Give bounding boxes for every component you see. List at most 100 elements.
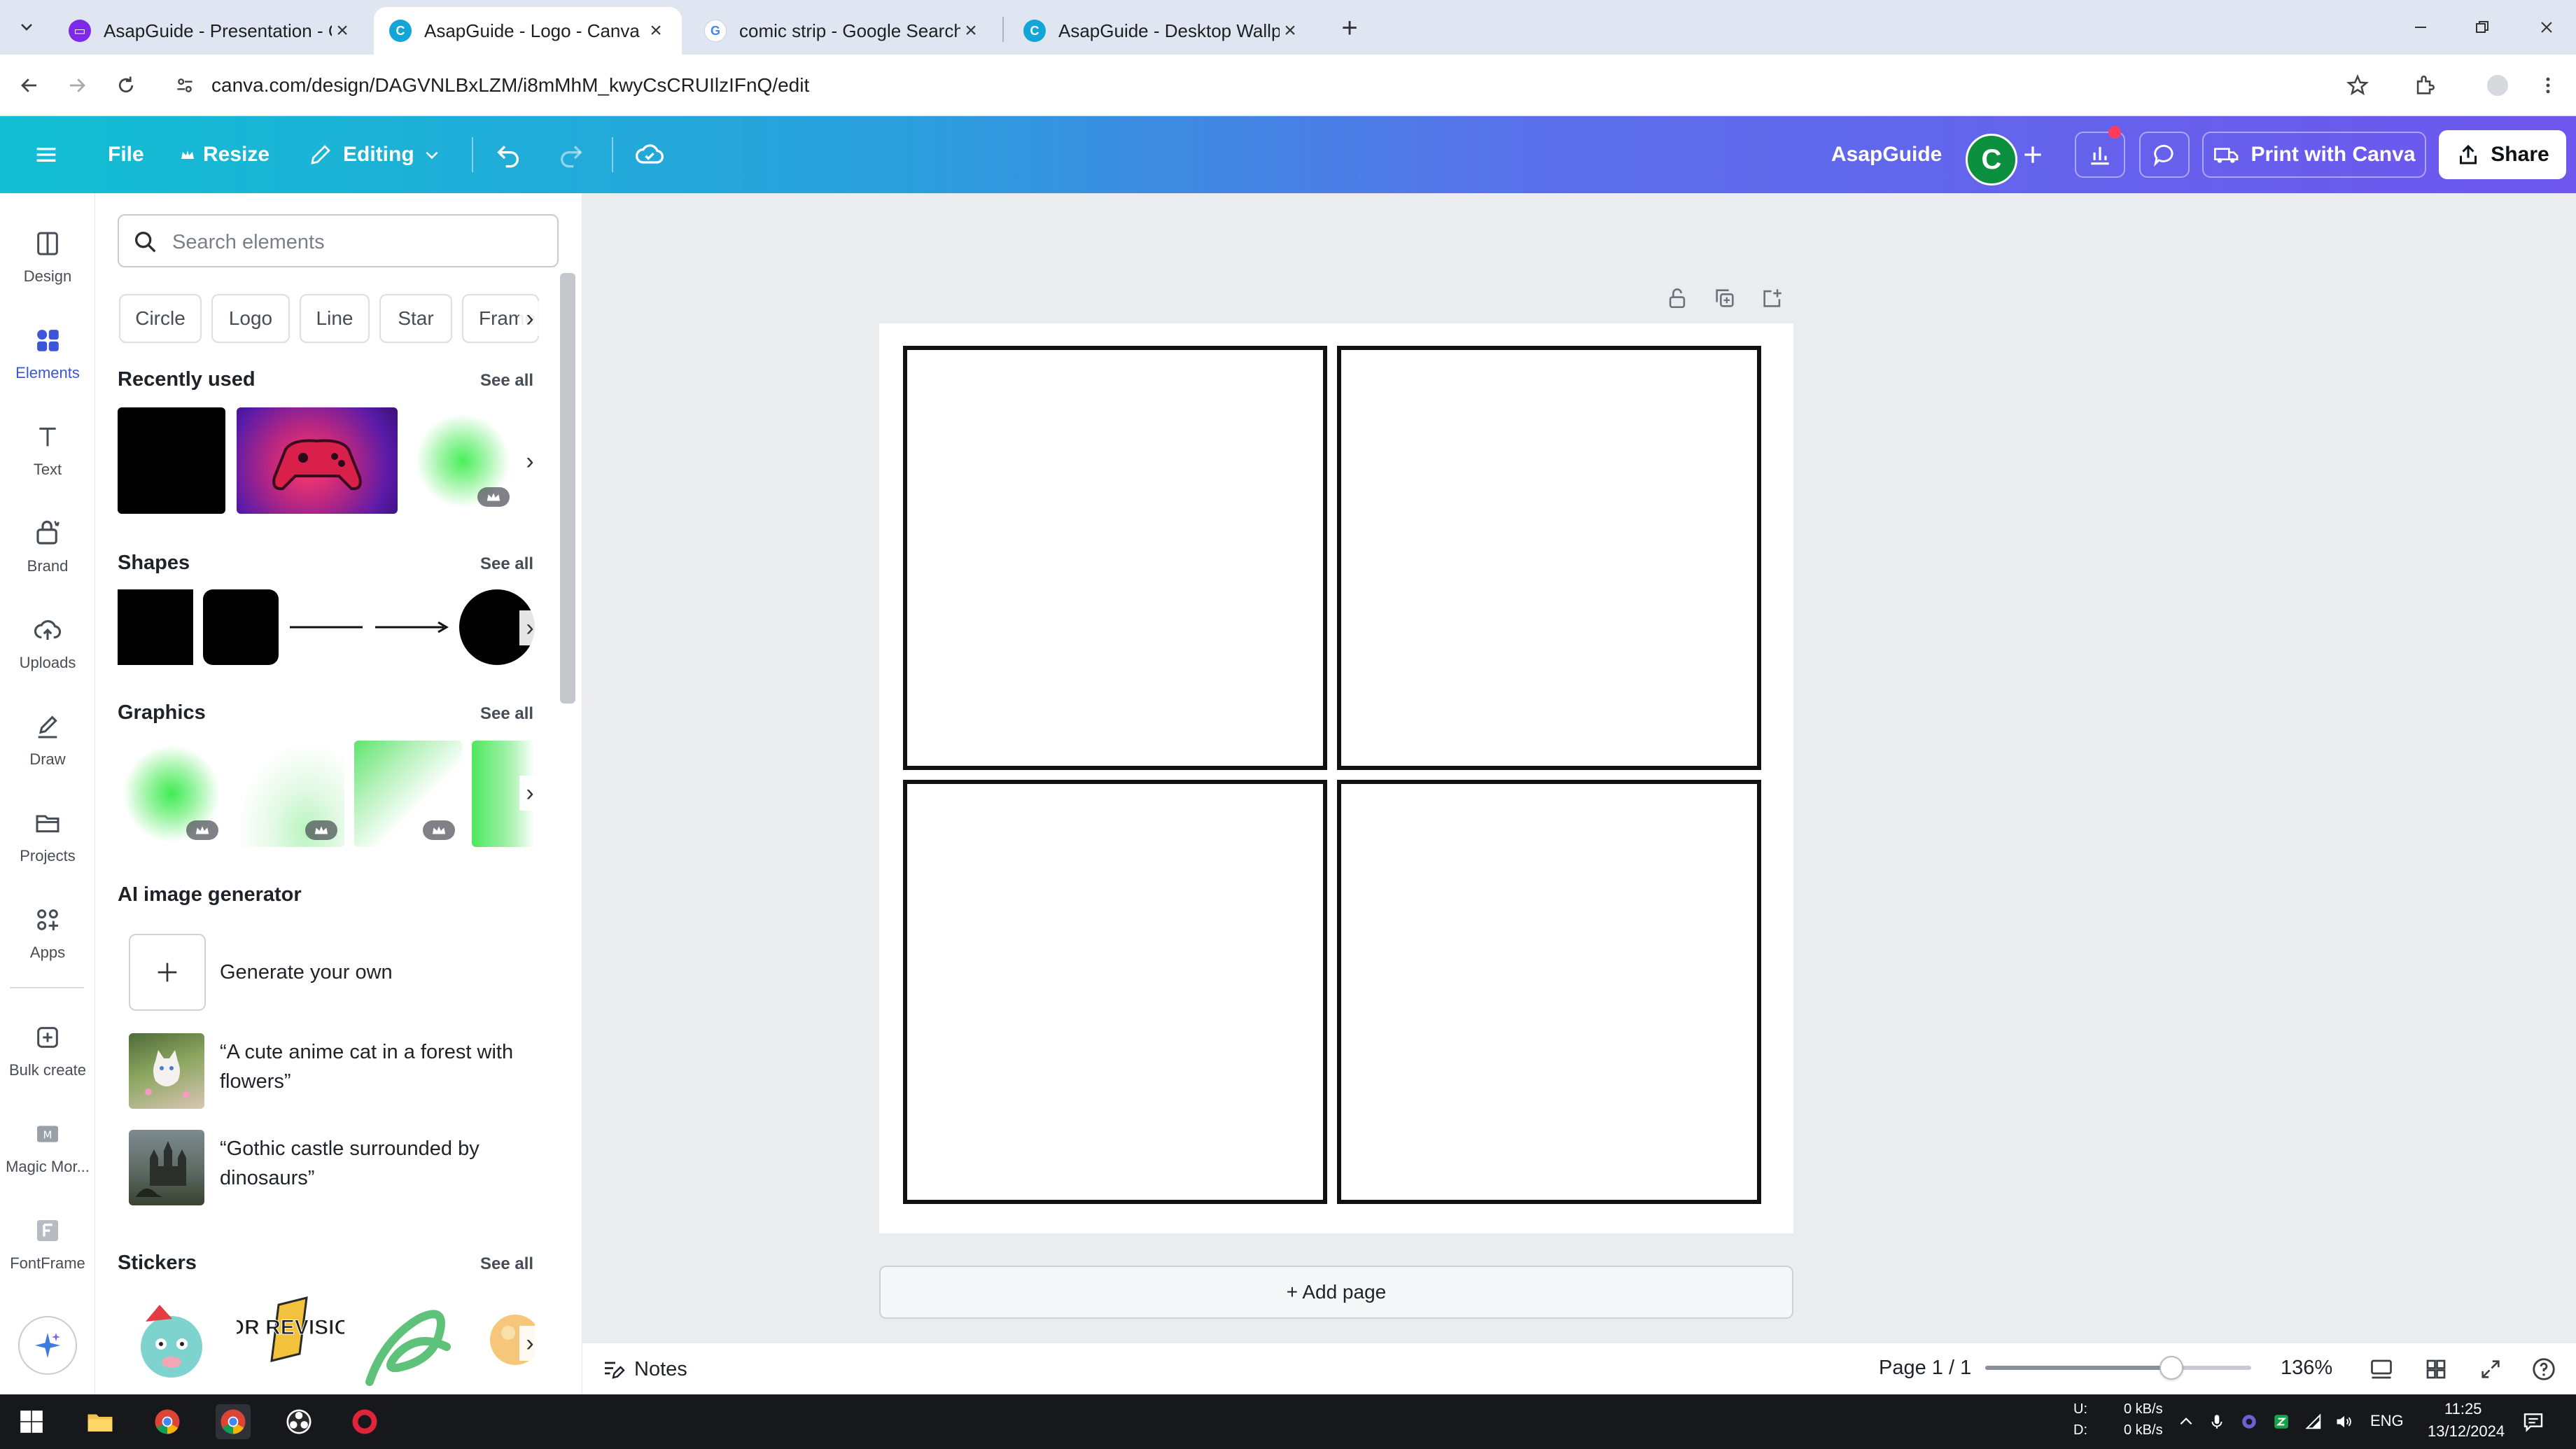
close-window-icon[interactable] — [2527, 10, 2566, 45]
ai-prompt-cat-thumbnail[interactable] — [129, 1033, 204, 1109]
ai-prompt-castle[interactable]: “Gothic castle surrounded by dinosaurs” — [220, 1134, 542, 1193]
comic-panel-top-right[interactable] — [1337, 346, 1761, 770]
rail-item-magic-morph[interactable]: M Magic Mor... — [0, 1105, 95, 1189]
graphics-scroll-right-icon[interactable]: › — [519, 776, 540, 811]
rail-item-uploads[interactable]: Uploads — [0, 601, 95, 685]
chrome-active-icon[interactable] — [216, 1404, 251, 1439]
ai-prompt-castle-thumbnail[interactable] — [129, 1130, 204, 1205]
shapes-see-all[interactable]: See all — [480, 554, 533, 574]
browser-tab-logo[interactable]: C AsapGuide - Logo - Canva × — [374, 7, 682, 55]
cloud-save-icon[interactable] — [634, 116, 665, 193]
zoom-level[interactable]: 136% — [2281, 1357, 2332, 1380]
file-explorer-icon[interactable] — [83, 1404, 118, 1439]
shape-rounded-square[interactable] — [203, 589, 279, 665]
lock-page-icon[interactable] — [1662, 283, 1693, 314]
reload-icon[interactable] — [109, 69, 143, 102]
tray-chevron-up-icon[interactable] — [2169, 1404, 2204, 1439]
magic-assistant-button[interactable] — [18, 1316, 77, 1375]
chip-line[interactable]: Line — [300, 294, 370, 343]
forward-arrow-icon[interactable] — [60, 69, 94, 102]
resize-button[interactable]: Resize — [179, 116, 270, 193]
insights-button[interactable] — [2075, 126, 2125, 178]
chip-logo[interactable]: Logo — [211, 294, 290, 343]
profile-avatar-icon[interactable] — [2484, 71, 2512, 99]
browser-menu-icon[interactable] — [2534, 71, 2562, 99]
obs-tray-icon[interactable] — [2232, 1404, 2267, 1439]
main-menu-icon[interactable] — [32, 116, 60, 193]
redo-icon[interactable] — [557, 116, 585, 193]
minimize-icon[interactable] — [2401, 10, 2440, 45]
add-page-button[interactable]: + Add page — [879, 1266, 1793, 1319]
recent-green-glow[interactable] — [409, 407, 517, 514]
team-name[interactable]: AsapGuide — [1831, 116, 1942, 193]
chrome-icon[interactable] — [150, 1404, 185, 1439]
page-indicator[interactable]: Page 1 / 1 — [1879, 1357, 1971, 1380]
new-tab-button[interactable]: + — [1334, 13, 1365, 43]
ai-prompt-cat[interactable]: “A cute anime cat in a forest with flowe… — [220, 1037, 542, 1096]
record-app-icon[interactable] — [347, 1404, 382, 1439]
close-tab-icon[interactable]: × — [1280, 19, 1301, 42]
rail-item-projects[interactable]: Projects — [0, 794, 95, 878]
notes-button[interactable]: Notes — [601, 1354, 687, 1385]
browser-tab-google-search[interactable]: G comic strip - Google Search × — [689, 7, 997, 55]
windows-start-icon[interactable] — [14, 1404, 49, 1439]
notification-center-icon[interactable] — [2516, 1404, 2551, 1439]
ai-generate-button[interactable] — [129, 934, 206, 1011]
grid-view-icon[interactable] — [2421, 1354, 2451, 1385]
input-language[interactable]: ENG — [2370, 1412, 2404, 1430]
microphone-icon[interactable] — [2199, 1404, 2234, 1439]
search-elements-input[interactable]: Search elements — [118, 214, 559, 267]
restore-icon[interactable] — [2463, 10, 2502, 45]
shape-line[interactable] — [288, 589, 364, 665]
rail-item-brand[interactable]: Brand — [0, 504, 95, 588]
graphics-see-all[interactable]: See all — [480, 704, 533, 724]
back-arrow-icon[interactable] — [13, 69, 46, 102]
comic-panel-bottom-right[interactable] — [1337, 780, 1761, 1204]
sticker-green-swirl[interactable] — [356, 1291, 463, 1394]
ai-generate-label[interactable]: Generate your own — [220, 958, 393, 987]
rail-item-apps[interactable]: Apps — [0, 890, 95, 974]
shape-square[interactable] — [118, 589, 193, 665]
tab-search-chevron-icon[interactable] — [11, 11, 42, 42]
fullscreen-icon[interactable] — [2475, 1354, 2506, 1385]
design-page[interactable] — [879, 323, 1793, 1233]
page-view-icon[interactable] — [2366, 1354, 2397, 1385]
site-settings-icon[interactable] — [174, 74, 196, 97]
add-page-above-icon[interactable] — [1757, 283, 1788, 314]
graphic-green-soft[interactable] — [237, 741, 344, 847]
zoom-slider[interactable] — [1985, 1356, 2251, 1380]
user-avatar[interactable]: C — [1966, 134, 2017, 186]
clock-date[interactable]: 13/12/2024 — [2428, 1422, 2505, 1441]
tray-app-icon[interactable] — [2264, 1404, 2299, 1439]
undo-icon[interactable] — [494, 116, 522, 193]
clock-time[interactable]: 11:25 — [2444, 1400, 2482, 1418]
comic-panel-bottom-left[interactable] — [903, 780, 1327, 1204]
stickers-scroll-right-icon[interactable]: › — [519, 1326, 540, 1361]
comments-button[interactable] — [2139, 132, 2190, 178]
chip-circle[interactable]: Circle — [119, 294, 202, 343]
rail-item-bulk-create[interactable]: Bulk create — [0, 1008, 95, 1092]
url-bar[interactable]: canva.com/design/DAGVNLBxLZM/i8mMhM_kwyC… — [165, 64, 2335, 106]
close-tab-icon[interactable]: × — [332, 19, 353, 42]
duplicate-page-icon[interactable] — [1709, 283, 1740, 314]
recent-gamepad-photo[interactable] — [237, 407, 398, 514]
rail-item-elements[interactable]: Elements — [0, 311, 95, 395]
rail-item-design[interactable]: Design — [0, 214, 95, 298]
zoom-slider-handle[interactable] — [2160, 1356, 2183, 1380]
recent-black-square[interactable] — [118, 407, 225, 514]
shape-arrow-line[interactable] — [374, 589, 449, 665]
graphic-green-glow[interactable] — [118, 741, 225, 847]
share-button[interactable]: Share — [2439, 130, 2566, 179]
help-icon[interactable] — [2528, 1354, 2559, 1385]
browser-tab-presentation[interactable]: ▭ AsapGuide - Presentation - Canva × — [53, 7, 368, 55]
shapes-scroll-right-icon[interactable]: › — [519, 610, 540, 645]
panel-scrollbar[interactable] — [560, 273, 575, 704]
extensions-icon[interactable] — [2411, 71, 2439, 99]
file-menu-button[interactable]: File — [108, 116, 144, 193]
sticker-mascot[interactable] — [118, 1291, 225, 1394]
rail-item-text[interactable]: Text — [0, 407, 95, 491]
rail-item-fontframe[interactable]: FontFrame — [0, 1201, 95, 1285]
wifi-icon[interactable] — [2296, 1404, 2331, 1439]
comic-panel-top-left[interactable] — [903, 346, 1327, 770]
rail-item-draw[interactable]: Draw — [0, 697, 95, 781]
